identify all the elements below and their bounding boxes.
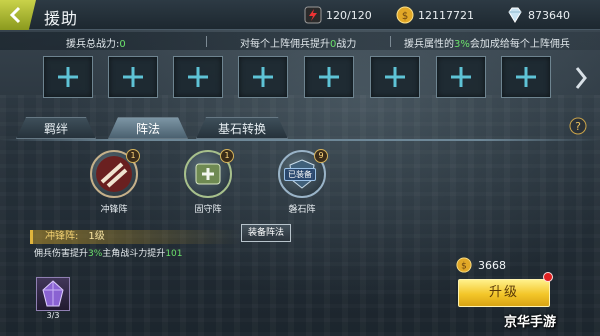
back-chevron-icon [9,6,21,24]
back-button[interactable] [0,0,36,30]
tab-divider [0,139,600,141]
stamina-value: 120/120 [326,8,372,22]
svg-text:?: ? [575,120,581,133]
page-title: 援助 [44,9,79,28]
reinforcement-slot[interactable] [501,56,551,98]
formation-defend[interactable]: 1 固守阵 [178,149,238,220]
plus-icon [188,67,208,87]
material-count: 3/3 [46,311,60,320]
reinforcement-slot[interactable] [370,56,420,98]
formation-charge[interactable]: 1 冲锋阵 [84,149,144,220]
plus-icon [253,67,273,87]
formation-level: 1级 [88,231,105,242]
svg-text:$: $ [461,262,467,272]
equip-formation-button[interactable]: 装备阵法 [241,224,291,242]
formation-label: 固守阵 [194,205,222,215]
plus-icon [516,67,536,87]
diamond-value: 873640 [528,8,570,22]
formation-rock[interactable]: 已装备 9 磐石阵 [272,149,332,220]
per-unit-power: 对每个上阵佣兵提升0战力 [240,39,357,50]
reinforcement-slot[interactable] [173,56,223,98]
help-icon[interactable]: ? [569,117,587,135]
formation-description: 佣兵伤害提升3%主角战斗力提升101 [34,249,183,259]
plus-icon [123,67,143,87]
gold-coin-icon: $ [396,6,414,24]
gold-value: 12117721 [418,8,474,22]
svg-text:$: $ [402,11,408,22]
reinforcement-slot[interactable] [43,56,93,98]
diamond-display[interactable]: 873640 [506,6,570,24]
plus-icon [319,67,339,87]
reinforcement-slot[interactable] [436,56,486,98]
formation-label: 冲锋阵 [100,205,128,215]
formation-name: 冲锋阵: [45,231,79,242]
next-arrow-icon[interactable] [574,66,588,90]
info-bar: 援兵总战力:0 对每个上阵佣兵提升0战力 援兵属性的3%会加成给每个上阵佣兵 [0,32,600,50]
attribute-bonus: 援兵属性的3%会加成给每个上阵佣兵 [404,39,570,50]
plus-icon [385,67,405,87]
watermark: 京华手游 [504,315,557,330]
stamina-display[interactable]: 120/120 [304,6,372,24]
notification-dot [543,272,553,282]
upgrade-cost: $ 3668 [456,257,506,273]
reinforcement-slot[interactable] [238,56,288,98]
plus-icon [58,67,78,87]
upgrade-button[interactable]: 升级 [458,279,550,307]
formation-label: 磐石阵 [288,205,316,215]
diamond-icon [508,7,522,23]
plus-icon [451,67,471,87]
purple-crystal-icon [42,280,64,307]
tab-formation[interactable]: 阵法 [108,117,188,139]
total-power: 援兵总战力:0 [66,39,126,50]
lightning-icon [304,6,322,24]
equipped-badge: 已装备 [284,168,316,181]
level-badge: 1 [220,149,234,163]
level-badge: 1 [126,149,140,163]
top-bar: 援助 120/120 $ 12117721 873640 [0,0,600,30]
gold-coin-icon: $ [456,257,472,273]
reinforcement-slot[interactable] [304,56,354,98]
level-badge: 9 [314,149,328,163]
reinforcement-slot[interactable] [108,56,158,98]
tab-bond[interactable]: 羁绊 [16,117,96,139]
tab-cornerstone-convert[interactable]: 基石转换 [196,117,288,139]
formation-detail-header: 冲锋阵: 1级 [30,230,240,244]
material-slot[interactable] [36,277,70,311]
gold-display[interactable]: $ 12117721 [396,6,474,24]
